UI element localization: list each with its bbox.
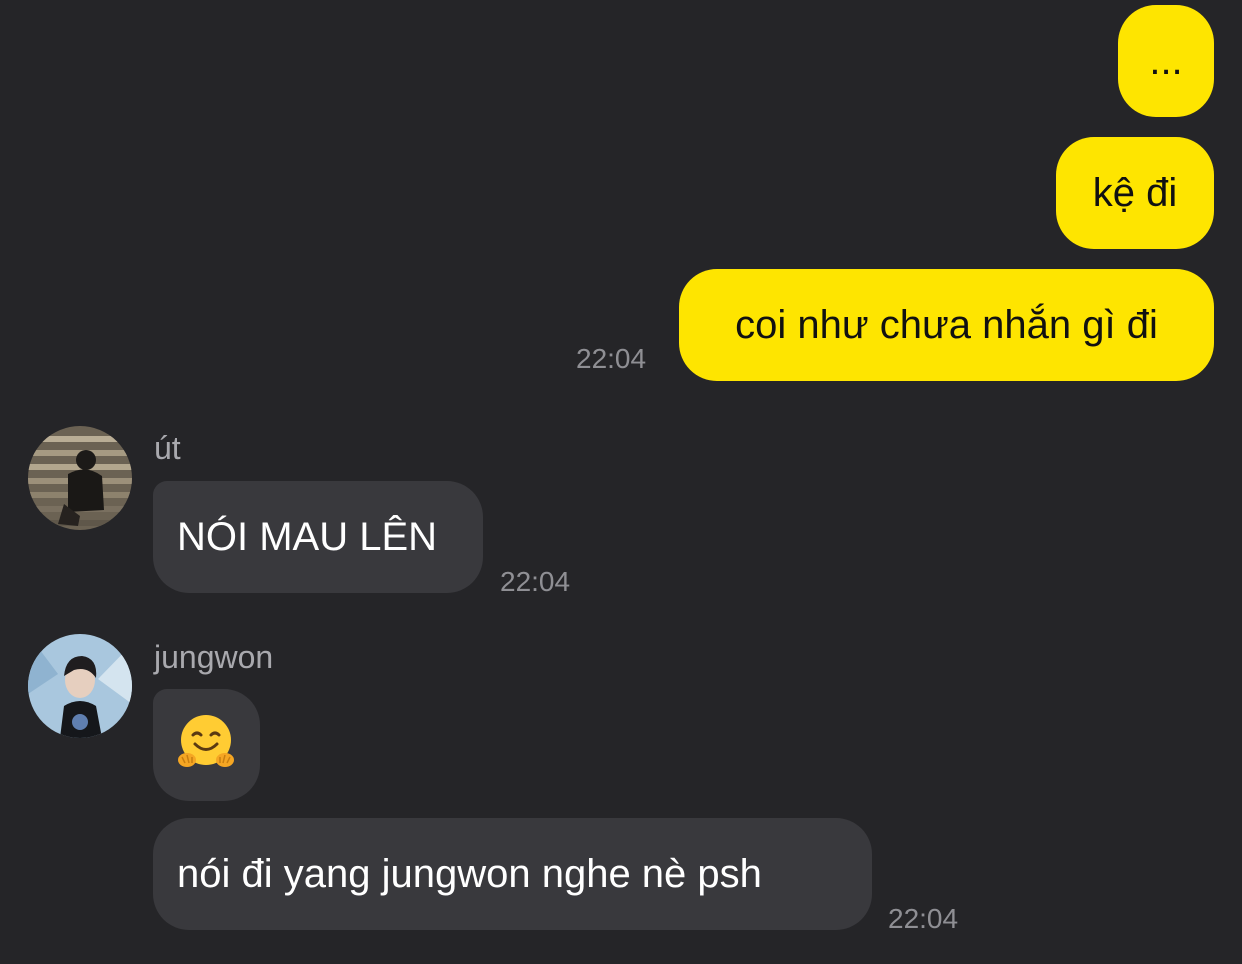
hugging-face-emoji-icon bbox=[177, 713, 235, 778]
sender-name: út bbox=[154, 430, 181, 466]
sender-avatar[interactable] bbox=[28, 426, 132, 530]
message-timestamp: 22:04 bbox=[500, 566, 571, 597]
message-text: ... bbox=[1149, 39, 1183, 83]
incoming-message-bubble[interactable]: NÓI MAU LÊN bbox=[153, 481, 483, 593]
incoming-message-bubble[interactable] bbox=[153, 689, 260, 801]
outgoing-message-bubble[interactable]: coi như chưa nhắn gì đi bbox=[679, 269, 1214, 381]
sender-name: jungwon bbox=[154, 639, 274, 675]
message-text: NÓI MAU LÊN bbox=[177, 515, 438, 559]
message-text: nói đi yang jungwon nghe nè psh bbox=[177, 852, 762, 896]
sender-avatar[interactable] bbox=[28, 634, 132, 738]
outgoing-message-bubble[interactable]: ... bbox=[1118, 5, 1214, 117]
message-timestamp: 22:04 bbox=[576, 343, 647, 374]
person-portrait-photo-icon bbox=[28, 634, 132, 738]
outgoing-message-bubble[interactable]: kệ đi bbox=[1056, 137, 1214, 249]
chat-view: ... kệ đi coi như chưa nhắn gì đi 22:04 … bbox=[0, 0, 1242, 964]
incoming-message-bubble[interactable]: nói đi yang jungwon nghe nè psh bbox=[153, 818, 872, 930]
message-timestamp: 22:04 bbox=[888, 903, 959, 934]
person-crouching-on-stairs-photo-icon bbox=[28, 426, 132, 530]
message-text: kệ đi bbox=[1092, 171, 1178, 215]
message-text: coi như chưa nhắn gì đi bbox=[735, 303, 1158, 347]
